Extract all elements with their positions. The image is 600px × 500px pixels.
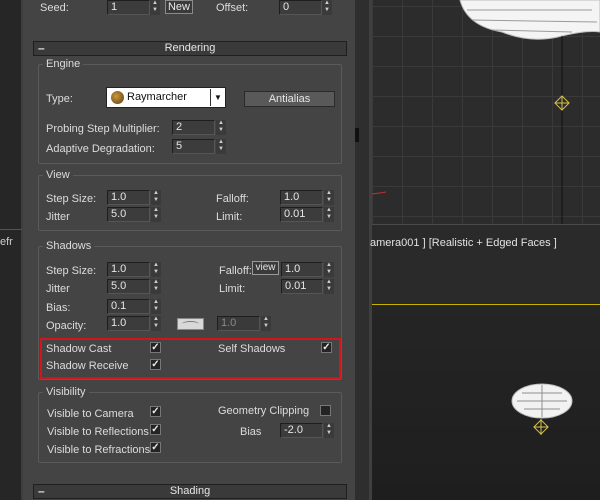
visible-to-refractions-label: Visible to Refractions xyxy=(47,444,151,456)
view-step-size-label: Step Size: xyxy=(46,193,97,205)
view-step-size-spinner[interactable]: ▲ ▼ xyxy=(151,190,161,205)
shadow-jitter-field[interactable]: 5.0 xyxy=(107,279,150,294)
shadow-falloff-label: Falloff: xyxy=(219,265,252,277)
view-jitter-label: Jitter xyxy=(46,211,70,223)
seed-spinner[interactable]: ▲ ▼ xyxy=(150,0,160,15)
shadows-group-title: Shadows xyxy=(43,240,95,252)
view-limit-spinner[interactable]: ▲ ▼ xyxy=(324,207,334,222)
offset-label: Offset: xyxy=(216,2,249,14)
shadow-limit-field[interactable]: 0.01 xyxy=(281,279,323,294)
shadow-bias-label: Bias: xyxy=(46,302,71,314)
type-label: Type: xyxy=(46,93,73,105)
adaptive-degradation-spinner[interactable]: ▲ ▼ xyxy=(216,139,226,154)
opacity-map-button[interactable] xyxy=(177,318,204,330)
self-shadows-checkbox[interactable]: ✓ xyxy=(321,342,332,353)
opacity-map-spinner: ▲ ▼ xyxy=(261,316,271,331)
dropdown-separator xyxy=(210,89,211,106)
shadow-step-size-field[interactable]: 1.0 xyxy=(107,262,150,277)
view-falloff-field[interactable]: 1.0 xyxy=(280,190,323,205)
left-viewport-strip xyxy=(0,0,22,500)
rendering-rollout-title: Rendering xyxy=(164,42,216,54)
view-limit-label: Limit: xyxy=(216,211,243,223)
left-strip-divider xyxy=(0,229,22,230)
view-tooltip-button[interactable]: view xyxy=(252,261,279,275)
shadow-receive-label: Shadow Receive xyxy=(46,360,129,372)
visible-to-reflections-checkbox[interactable]: ✓ xyxy=(150,424,161,435)
opacity-map-field: 1.0 xyxy=(217,316,260,331)
left-viewport-label: efr xyxy=(0,236,13,248)
target-gizmo-icon xyxy=(554,95,570,111)
cloud-wireframe-top xyxy=(372,0,600,224)
type-dropdown[interactable]: Raymarcher ▼ xyxy=(106,87,226,108)
shadow-jitter-spinner[interactable]: ▲ ▼ xyxy=(151,279,161,294)
shadow-cast-label: Shadow Cast xyxy=(46,343,112,355)
engine-group-title: Engine xyxy=(43,58,84,70)
chevron-down-icon: ▼ xyxy=(214,93,222,102)
shadow-limit-label: Limit: xyxy=(219,283,246,295)
shadow-step-size-label: Step Size: xyxy=(46,265,97,277)
adaptive-degradation-field[interactable]: 5 xyxy=(172,139,215,154)
visibility-bias-field[interactable]: -2.0 xyxy=(280,423,323,438)
shadow-cast-checkbox[interactable]: ✓ xyxy=(150,342,161,353)
camera-viewport[interactable] xyxy=(372,305,600,500)
shadow-falloff-field[interactable]: 1.0 xyxy=(281,262,323,277)
shadow-falloff-spinner[interactable]: ▲ ▼ xyxy=(324,262,334,277)
view-falloff-spinner[interactable]: ▲ ▼ xyxy=(324,190,334,205)
viewport-label[interactable]: amera001 ] [Realistic + Edged Faces ] xyxy=(370,237,557,250)
shadow-bias-field[interactable]: 0.1 xyxy=(107,299,150,314)
probing-step-spinner[interactable]: ▲ ▼ xyxy=(216,120,226,135)
raymarcher-icon xyxy=(111,91,124,104)
new-seed-button[interactable]: New xyxy=(165,0,193,14)
view-falloff-label: Falloff: xyxy=(216,193,249,205)
self-shadows-label: Self Shadows xyxy=(218,343,286,355)
shadow-opacity-label: Opacity: xyxy=(46,320,87,332)
geometry-clipping-checkbox[interactable] xyxy=(320,405,331,416)
view-jitter-spinner[interactable]: ▲ ▼ xyxy=(151,207,161,222)
antialias-button[interactable]: Antialias xyxy=(244,91,335,107)
visible-to-camera-checkbox[interactable]: ✓ xyxy=(150,406,161,417)
seed-field[interactable]: 1 xyxy=(107,0,150,15)
view-step-size-field[interactable]: 1.0 xyxy=(107,190,150,205)
shadow-jitter-label: Jitter xyxy=(46,283,70,295)
probing-step-label: Probing Step Multiplier: xyxy=(46,123,160,135)
visibility-group-title: Visibility xyxy=(43,386,89,398)
shadow-step-size-spinner[interactable]: ▲ ▼ xyxy=(151,262,161,277)
probing-step-field[interactable]: 2 xyxy=(172,120,215,135)
camera-viewport-label-bar[interactable]: amera001 ] [Realistic + Edged Faces ] xyxy=(370,224,600,306)
shading-rollout-header[interactable]: – Shading xyxy=(33,484,347,499)
visible-to-reflections-label: Visible to Reflections xyxy=(47,426,149,438)
offset-spinner[interactable]: ▲ ▼ xyxy=(322,0,332,15)
panel-scrollbar[interactable] xyxy=(355,0,369,500)
scrollbar-thumb[interactable] xyxy=(355,128,359,142)
cloud-wireframe-camera xyxy=(511,383,573,435)
adaptive-degradation-label: Adaptive Degradation: xyxy=(46,143,155,155)
shadow-opacity-spinner[interactable]: ▲ ▼ xyxy=(151,316,161,331)
shadow-receive-checkbox[interactable]: ✓ xyxy=(150,359,161,370)
offset-field[interactable]: 0 xyxy=(279,0,322,15)
curve-icon xyxy=(182,321,199,327)
rendering-rollout-header[interactable]: – Rendering xyxy=(33,41,347,56)
visible-to-camera-label: Visible to Camera xyxy=(47,408,134,420)
view-group-title: View xyxy=(43,169,73,181)
type-dropdown-value: Raymarcher xyxy=(127,91,187,103)
top-viewport[interactable] xyxy=(372,0,600,224)
shadow-opacity-field[interactable]: 1.0 xyxy=(107,316,150,331)
shadow-bias-spinner[interactable]: ▲ ▼ xyxy=(151,299,161,314)
axis-tripod-icon xyxy=(372,191,387,195)
shadow-limit-spinner[interactable]: ▲ ▼ xyxy=(324,279,334,294)
visible-to-refractions-checkbox[interactable]: ✓ xyxy=(150,442,161,453)
view-limit-field[interactable]: 0.01 xyxy=(280,207,323,222)
view-jitter-field[interactable]: 5.0 xyxy=(107,207,150,222)
seed-label: Seed: xyxy=(40,2,69,14)
visibility-bias-label: Bias xyxy=(240,426,262,438)
geometry-clipping-label: Geometry Clipping xyxy=(218,405,310,417)
shading-rollout-title: Shading xyxy=(169,485,211,497)
visibility-bias-spinner[interactable]: ▲ ▼ xyxy=(324,423,334,438)
camera-target-gizmo-icon xyxy=(533,419,549,435)
